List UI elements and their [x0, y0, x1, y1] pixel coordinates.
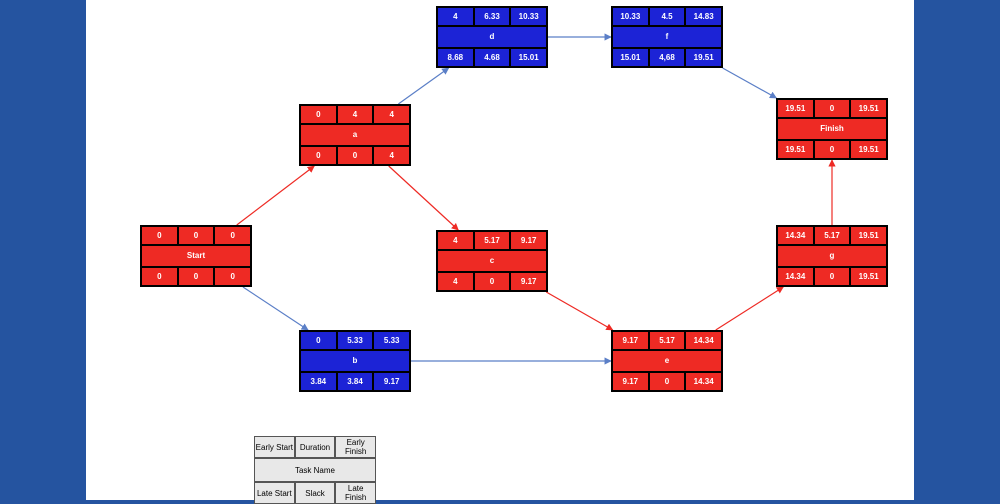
node-a: 044a004: [299, 104, 411, 166]
legend-early-finish: Early Finish: [335, 436, 376, 458]
late-finish: 19.51: [850, 140, 887, 159]
early-finish: 14.34: [685, 331, 722, 350]
early-finish: 9.17: [510, 231, 547, 250]
late-start: 8.68: [437, 48, 474, 67]
task-name: c: [437, 250, 547, 272]
task-name: a: [300, 124, 410, 146]
duration: 5.33: [337, 331, 374, 350]
late-finish: 19.51: [685, 48, 722, 67]
diagram-canvas: 000Start000044a00405.335.33b3.843.849.17…: [86, 0, 914, 500]
early-finish: 19.51: [850, 99, 887, 118]
early-start: 4: [437, 7, 474, 26]
slack: 0: [649, 372, 686, 391]
early-finish: 19.51: [850, 226, 887, 245]
late-finish: 19.51: [850, 267, 887, 286]
late-finish: 9.17: [373, 372, 410, 391]
node-f: 10.334.514.83f15.014,6819.51: [611, 6, 723, 68]
early-start: 4: [437, 231, 474, 250]
edge-a-c: [389, 166, 459, 230]
edge-c-e: [546, 292, 613, 330]
task-name: f: [612, 26, 722, 48]
early-finish: 5.33: [373, 331, 410, 350]
legend-slack: Slack: [295, 482, 336, 504]
late-start: 19.51: [777, 140, 814, 159]
early-start: 14.34: [777, 226, 814, 245]
legend-late-finish: Late Finish: [335, 482, 376, 504]
task-name: e: [612, 350, 722, 372]
node-finish: 19.51019.51Finish19.51019.51: [776, 98, 888, 160]
duration: 4: [337, 105, 374, 124]
late-start: 15.01: [612, 48, 649, 67]
edge-f-finish: [723, 68, 777, 98]
late-start: 9.17: [612, 372, 649, 391]
edge-start-a: [237, 166, 315, 225]
node-c: 45.179.17c409.17: [436, 230, 548, 292]
task-name: b: [300, 350, 410, 372]
legend: Early StartDurationEarly FinishTask Name…: [254, 436, 376, 504]
task-name: g: [777, 245, 887, 267]
late-start: 0: [141, 267, 178, 286]
slack: 0: [474, 272, 511, 291]
duration: 4.5: [649, 7, 686, 26]
task-name: d: [437, 26, 547, 48]
edge-e-g: [716, 287, 784, 330]
late-finish: 0: [214, 267, 251, 286]
early-start: 0: [300, 105, 337, 124]
slack: 0: [337, 146, 374, 165]
duration: 6.33: [474, 7, 511, 26]
early-finish: 14.83: [685, 7, 722, 26]
node-b: 05.335.33b3.843.849.17: [299, 330, 411, 392]
late-start: 14.34: [777, 267, 814, 286]
duration: 0: [178, 226, 215, 245]
early-finish: 0: [214, 226, 251, 245]
duration: 5.17: [474, 231, 511, 250]
early-start: 0: [300, 331, 337, 350]
edge-start-b: [243, 287, 308, 330]
node-d: 46.3310.33d8.684.6815.01: [436, 6, 548, 68]
early-start: 19.51: [777, 99, 814, 118]
slack: 0: [814, 140, 851, 159]
late-finish: 15.01: [510, 48, 547, 67]
late-finish: 14.34: [685, 372, 722, 391]
edge-a-d: [398, 68, 448, 104]
legend-early-start: Early Start: [254, 436, 295, 458]
early-finish: 10.33: [510, 7, 547, 26]
early-start: 10.33: [612, 7, 649, 26]
node-g: 14.345.1719.51g14.34019.51: [776, 225, 888, 287]
late-start: 4: [437, 272, 474, 291]
slack: 3.84: [337, 372, 374, 391]
legend-late-start: Late Start: [254, 482, 295, 504]
node-e: 9.175.1714.34e9.17014.34: [611, 330, 723, 392]
early-start: 0: [141, 226, 178, 245]
task-name: Start: [141, 245, 251, 267]
duration: 5.17: [649, 331, 686, 350]
slack: 4,68: [649, 48, 686, 67]
duration: 5.17: [814, 226, 851, 245]
late-start: 0: [300, 146, 337, 165]
legend-task-name: Task Name: [254, 458, 376, 482]
late-start: 3.84: [300, 372, 337, 391]
node-start: 000Start000: [140, 225, 252, 287]
duration: 0: [814, 99, 851, 118]
slack: 0: [178, 267, 215, 286]
slack: 0: [814, 267, 851, 286]
late-finish: 4: [373, 146, 410, 165]
early-start: 9.17: [612, 331, 649, 350]
slack: 4.68: [474, 48, 511, 67]
late-finish: 9.17: [510, 272, 547, 291]
early-finish: 4: [373, 105, 410, 124]
legend-duration: Duration: [295, 436, 336, 458]
task-name: Finish: [777, 118, 887, 140]
